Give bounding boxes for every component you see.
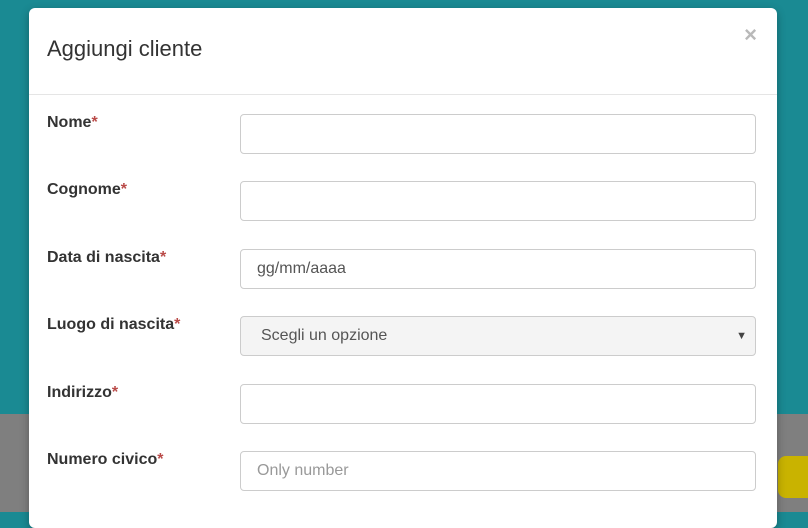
field-label: Cognome*	[47, 181, 128, 198]
field-label: Luogo di nascita*	[47, 316, 181, 333]
form-row-birth-date: Data di nascita*	[47, 249, 757, 293]
street-number-input[interactable]	[240, 451, 756, 491]
add-client-modal: Aggiungi cliente × Nome* Cognome* Data d…	[29, 8, 777, 528]
field-label: Numero civico*	[47, 451, 164, 468]
form-row-nome: Nome*	[47, 114, 757, 158]
chevron-down-icon: ▼	[736, 330, 747, 342]
address-input[interactable]	[240, 384, 756, 424]
cognome-input[interactable]	[240, 181, 756, 221]
modal-title: Aggiungi cliente	[47, 36, 203, 61]
form-row-cognome: Cognome*	[47, 181, 757, 225]
form-row-street-number: Numero civico*	[47, 451, 757, 495]
modal-header: Aggiungi cliente ×	[29, 8, 777, 95]
birth-place-select[interactable]: Scegli un opzione ▼	[240, 316, 756, 356]
close-icon[interactable]: ×	[744, 24, 757, 46]
background-element	[778, 456, 808, 498]
select-value: Scegli un opzione	[261, 327, 388, 344]
field-label: Indirizzo*	[47, 384, 119, 401]
field-label: Nome*	[47, 114, 98, 131]
form-row-birth-place: Luogo di nascita* Scegli un opzione ▼	[47, 316, 757, 360]
form-row-address: Indirizzo*	[47, 384, 757, 428]
birth-date-input[interactable]	[240, 249, 756, 289]
nome-input[interactable]	[240, 114, 756, 154]
field-label: Data di nascita*	[47, 249, 167, 266]
